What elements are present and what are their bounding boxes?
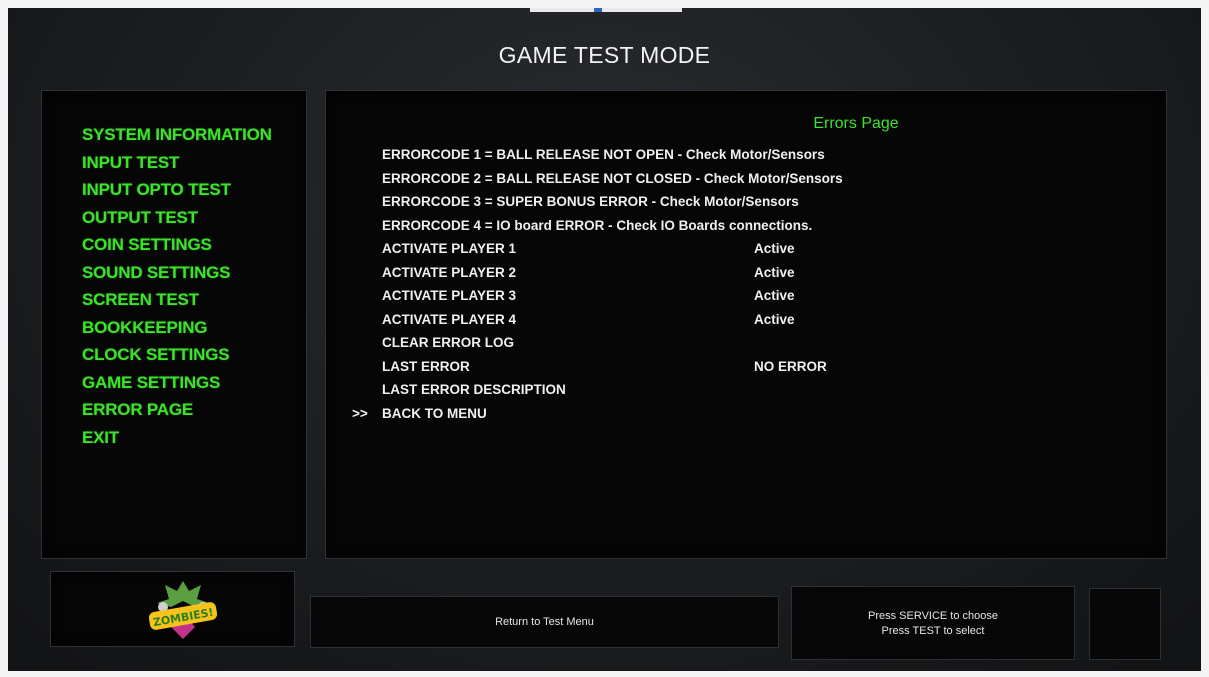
menu-item-coin-settings[interactable]: COIN SETTINGS — [82, 231, 272, 259]
settings-list: ERRORCODE 1 = BALL RELEASE NOT OPEN - Ch… — [352, 143, 1142, 426]
row-label: ERRORCODE 2 = BALL RELEASE NOT CLOSED - … — [382, 170, 843, 186]
return-hint-text: Return to Test Menu — [495, 616, 594, 628]
row-label: ACTIVATE PLAYER 4 — [382, 311, 517, 327]
activate-player-3-row[interactable]: ACTIVATE PLAYER 3 Active — [382, 284, 1142, 308]
last-error-row: LAST ERROR NO ERROR — [382, 355, 1142, 379]
row-label: ACTIVATE PLAYER 1 — [382, 241, 517, 256]
menu-item-input-opto-test[interactable]: INPUT OPTO TEST — [82, 176, 272, 204]
row-label: ERRORCODE 3 = SUPER BONUS ERROR - Check … — [382, 194, 799, 209]
row-value: Active — [754, 241, 795, 256]
menu-item-screen-test[interactable]: SCREEN TEST — [82, 286, 272, 314]
top-edge-bar — [530, 8, 682, 12]
empty-corner-panel — [1089, 588, 1161, 660]
activate-player-1-row[interactable]: ACTIVATE PLAYER 1 Active — [382, 237, 1142, 261]
activate-player-4-row[interactable]: ACTIVATE PLAYER 4 Active — [382, 308, 1142, 332]
errorcode-2-row: ERRORCODE 2 = BALL RELEASE NOT CLOSED - … — [382, 167, 1142, 191]
test-menu: SYSTEM INFORMATION INPUT TEST INPUT OPTO… — [82, 121, 272, 451]
menu-item-sound-settings[interactable]: SOUND SETTINGS — [82, 259, 272, 287]
menu-item-input-test[interactable]: INPUT TEST — [82, 149, 272, 177]
row-label: ERRORCODE 1 = BALL RELEASE NOT OPEN - Ch… — [382, 147, 825, 162]
row-value: Active — [754, 288, 795, 303]
controls-hint-panel: Press SERVICE to choose Press TEST to se… — [791, 586, 1075, 660]
row-value: Active — [754, 311, 795, 327]
row-label: BACK TO MENU — [382, 405, 487, 421]
row-label: CLEAR ERROR LOG — [382, 335, 515, 350]
row-label: ACTIVATE PLAYER 2 — [382, 264, 517, 280]
row-label: ACTIVATE PLAYER 3 — [382, 288, 517, 303]
top-edge-marker — [594, 8, 602, 12]
content-panel: Errors Page ERRORCODE 1 = BALL RELEASE N… — [325, 90, 1167, 559]
selection-cursor: >> — [352, 405, 368, 421]
menu-item-clock-settings[interactable]: CLOCK SETTINGS — [82, 341, 272, 369]
row-value: NO ERROR — [754, 358, 827, 374]
row-label: LAST ERROR — [382, 358, 470, 374]
game-test-mode-screen: GAME TEST MODE SYSTEM INFORMATION INPUT … — [8, 8, 1201, 671]
row-label: ERRORCODE 4 = IO board ERROR - Check IO … — [382, 217, 813, 233]
back-to-menu-row[interactable]: >> BACK TO MENU — [352, 402, 1142, 426]
zombies-logo: ZOMBIES! — [148, 581, 218, 639]
errors-page-heading-text: Errors Page — [813, 115, 899, 132]
return-hint-panel: Return to Test Menu — [310, 596, 779, 648]
errorcode-4-row: ERRORCODE 4 = IO board ERROR - Check IO … — [382, 214, 1142, 238]
menu-item-bookkeeping[interactable]: BOOKKEEPING — [82, 314, 272, 342]
menu-panel: SYSTEM INFORMATION INPUT TEST INPUT OPTO… — [41, 90, 307, 559]
errorcode-3-row: ERRORCODE 3 = SUPER BONUS ERROR - Check … — [382, 190, 1142, 214]
page-title: GAME TEST MODE — [498, 42, 711, 68]
logo-panel: ZOMBIES! — [50, 571, 295, 647]
row-label: LAST ERROR DESCRIPTION — [382, 382, 566, 397]
row-value: Active — [754, 264, 795, 280]
menu-item-system-information[interactable]: SYSTEM INFORMATION — [82, 121, 272, 149]
clear-error-log-row[interactable]: CLEAR ERROR LOG — [382, 331, 1142, 355]
activate-player-2-row[interactable]: ACTIVATE PLAYER 2 Active — [382, 261, 1142, 285]
test-hint-text: Press TEST to select — [881, 625, 985, 637]
menu-item-exit[interactable]: EXIT — [82, 424, 272, 452]
service-hint-text: Press SERVICE to choose — [867, 610, 999, 622]
menu-item-error-page[interactable]: ERROR PAGE — [82, 396, 272, 424]
menu-item-output-test[interactable]: OUTPUT TEST — [82, 204, 272, 232]
errorcode-1-row: ERRORCODE 1 = BALL RELEASE NOT OPEN - Ch… — [382, 143, 1142, 167]
menu-item-game-settings[interactable]: GAME SETTINGS — [82, 369, 272, 397]
last-error-description-row: LAST ERROR DESCRIPTION — [382, 378, 1142, 402]
errors-page-heading: Errors Page — [326, 115, 1166, 133]
